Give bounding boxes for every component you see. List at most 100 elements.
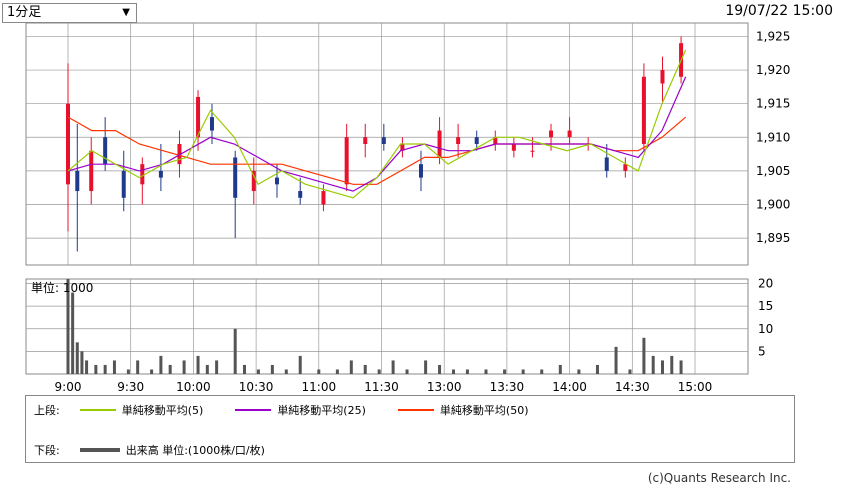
volume-tick-label: 15: [758, 299, 773, 313]
legend-ma25: 単純移動平均(25): [235, 402, 366, 418]
price-tick-label: 1,915: [756, 97, 790, 111]
volume-bar: [521, 369, 525, 374]
candle-body: [233, 157, 238, 198]
time-tick-label: 10:30: [239, 380, 274, 394]
legend-ma5-label: 単純移動平均(5): [121, 404, 204, 417]
time-tick-label: 13:00: [427, 380, 462, 394]
volume-bar: [679, 360, 683, 374]
legend-ma5-swatch: [79, 409, 116, 411]
volume-tick-label: 5: [758, 344, 766, 358]
volume-bar: [465, 369, 469, 374]
candle-body: [623, 164, 628, 171]
volume-bar: [71, 292, 75, 374]
candle-body: [604, 157, 609, 171]
candle-body: [474, 137, 479, 144]
candle-body: [363, 137, 368, 144]
volume-bar: [335, 369, 339, 374]
volume-bar: [484, 369, 488, 374]
volume-bar: [642, 337, 646, 374]
volume-bar: [391, 360, 395, 374]
time-tick-label: 9:30: [117, 380, 144, 394]
price-tick-label: 1,900: [756, 198, 790, 212]
legend-lower-label: 下段:: [34, 444, 60, 457]
candle-body: [121, 170, 126, 198]
candle-body: [660, 70, 665, 84]
candle-body: [530, 150, 535, 152]
volume-bar: [112, 360, 116, 374]
legend-ma50-label: 単純移動平均(50): [439, 404, 529, 417]
volume-bar: [349, 360, 353, 374]
candle-body: [158, 170, 163, 178]
volume-bar: [75, 342, 79, 374]
volume-bar: [150, 369, 154, 374]
volume-bar: [168, 364, 172, 374]
price-tick-label: 1,925: [756, 29, 790, 43]
candle-body: [275, 177, 279, 185]
volume-bar: [317, 369, 321, 374]
price-grid: [25, 22, 749, 266]
volume-bar: [242, 364, 246, 374]
volume-bar: [136, 360, 140, 374]
volume-bar: [103, 364, 107, 374]
volume-bar: [215, 360, 219, 374]
price-tick-label: 1,920: [756, 63, 790, 77]
volume-unit-label: 単位: 1000: [31, 280, 93, 295]
candle-body: [103, 137, 108, 165]
candle-body: [437, 130, 442, 158]
candle-body: [418, 164, 423, 178]
volume-bar: [503, 369, 507, 374]
time-tick-label: 15:00: [678, 380, 713, 394]
time-tick-label: 11:00: [302, 380, 337, 394]
candle-body: [344, 137, 349, 185]
volume-grid: [25, 278, 749, 375]
volume-bar: [577, 369, 581, 374]
volume-bar: [85, 360, 89, 374]
volume-bar: [126, 369, 130, 374]
time-tick-label: 14:00: [552, 380, 587, 394]
time-axis: 9:00 9:30 10:00 10:30 11:00 11:30 13:00 13:30 14…: [55, 380, 713, 394]
legend-ma25-label: 単純移動平均(25): [277, 404, 366, 417]
candle-body: [321, 191, 326, 205]
price-tick-label: 1,905: [756, 164, 790, 178]
volume-bar: [80, 351, 84, 374]
candle-body: [66, 103, 70, 185]
candle-body: [89, 150, 94, 192]
volume-tick-label: 20: [758, 277, 773, 291]
volume-bar: [405, 369, 409, 374]
volume-bar: [438, 364, 442, 374]
legend-volume-label: 出来高 単位:(1000株/口/枚): [125, 444, 265, 457]
credit-text: (c)Quants Research Inc.: [647, 471, 791, 485]
volume-bar: [298, 355, 302, 374]
price-tick-label: 1,910: [756, 130, 790, 144]
time-tick-label: 9:00: [55, 380, 82, 394]
volume-bar: [670, 355, 674, 374]
legend-lower-row: 下段: 出来高 単位:(1000株/口/枚): [34, 442, 265, 458]
volume-bar: [614, 346, 618, 374]
time-tick-label: 11:30: [364, 380, 399, 394]
volume-bar: [159, 355, 163, 374]
volume-bar: [233, 328, 237, 374]
volume-bar: [256, 369, 260, 374]
volume-bar: [196, 355, 200, 374]
volume-bar: [182, 360, 186, 374]
candle-body: [209, 117, 214, 131]
candle-body: [641, 76, 646, 144]
volume-bar: [628, 369, 632, 374]
legend-ma5: 単純移動平均(5): [79, 402, 204, 418]
volume-bar: [284, 369, 288, 374]
candle-body: [381, 137, 386, 144]
volume-bar: [270, 364, 274, 374]
volume-tick-label: 10: [758, 322, 773, 336]
price-axis: 1,895 1,900 1,905 1,910 1,915 1,920 1,925: [756, 29, 790, 245]
legend-volume-swatch: [79, 448, 120, 452]
volume-bar: [377, 369, 381, 374]
time-tick-label: 10:00: [176, 380, 211, 394]
volume-panel-border: [25, 278, 749, 375]
chart-area: 1,895 1,900 1,905 1,910 1,915 1,920 1,925 5 10 1…: [25, 22, 790, 394]
candle-body: [456, 137, 461, 144]
volume-axis: 5 10 15 20: [758, 277, 773, 359]
volume-bar: [205, 364, 209, 374]
volume-bar: [424, 360, 428, 374]
legend-ma50: 単純移動平均(50): [397, 402, 529, 418]
candle-body: [567, 130, 572, 138]
